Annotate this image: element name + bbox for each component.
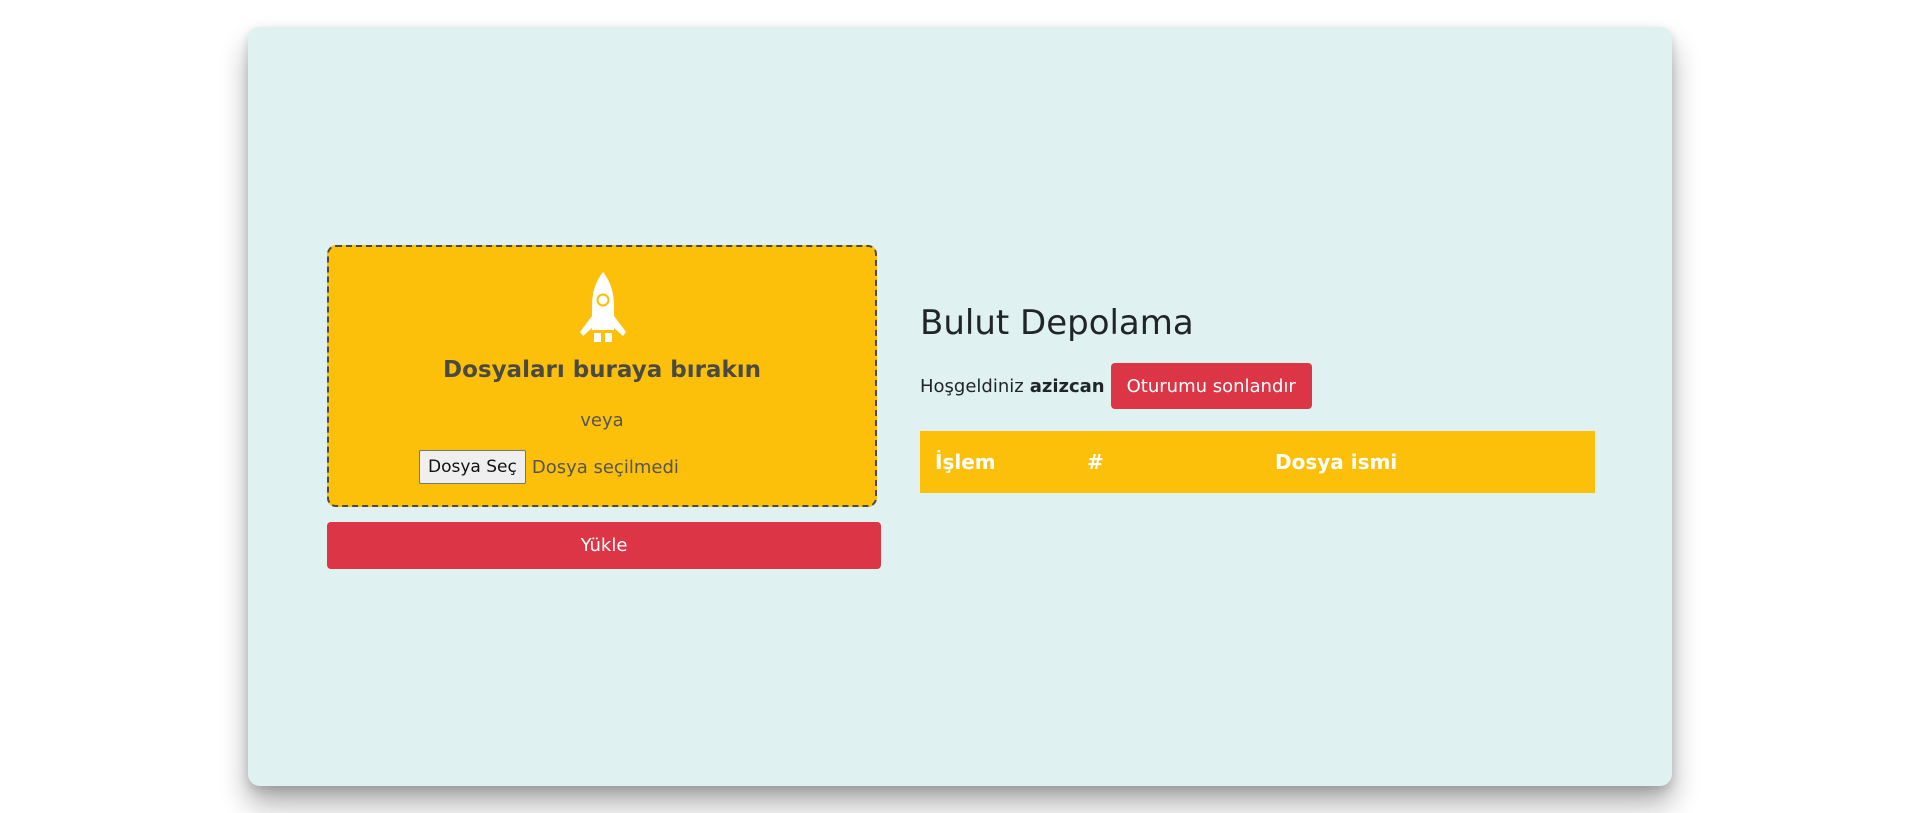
welcome-text: Hoşgeldiniz (920, 375, 1024, 397)
welcome-line: Hoşgeldiniz azizcan Oturumu sonlandır (920, 363, 1312, 409)
column-header-number: # (1087, 450, 1104, 474)
file-status-text: Dosya seçilmedi (531, 456, 679, 478)
column-header-filename: Dosya ismi (1275, 450, 1398, 474)
file-input[interactable]: Dosya Seç Dosya seçilmedi (419, 449, 679, 485)
logout-button[interactable]: Oturumu sonlandır (1110, 363, 1312, 409)
column-header-action: İşlem (935, 450, 996, 474)
file-drop-zone[interactable]: Dosyaları buraya bırakın veya Dosya Seç … (327, 245, 877, 507)
page-title: Bulut Depolama (920, 303, 1194, 343)
choose-file-button[interactable]: Dosya Seç (419, 450, 526, 484)
drop-zone-or-label: veya (580, 410, 624, 431)
rocket-icon (580, 272, 626, 342)
drop-zone-title: Dosyaları buraya bırakın (442, 357, 761, 383)
main-card: Dosyaları buraya bırakın veya Dosya Seç … (248, 27, 1672, 786)
username: azizcan (1029, 375, 1105, 397)
upload-button[interactable]: Yükle (327, 522, 881, 569)
files-table-header: İşlem # Dosya ismi (920, 431, 1595, 493)
